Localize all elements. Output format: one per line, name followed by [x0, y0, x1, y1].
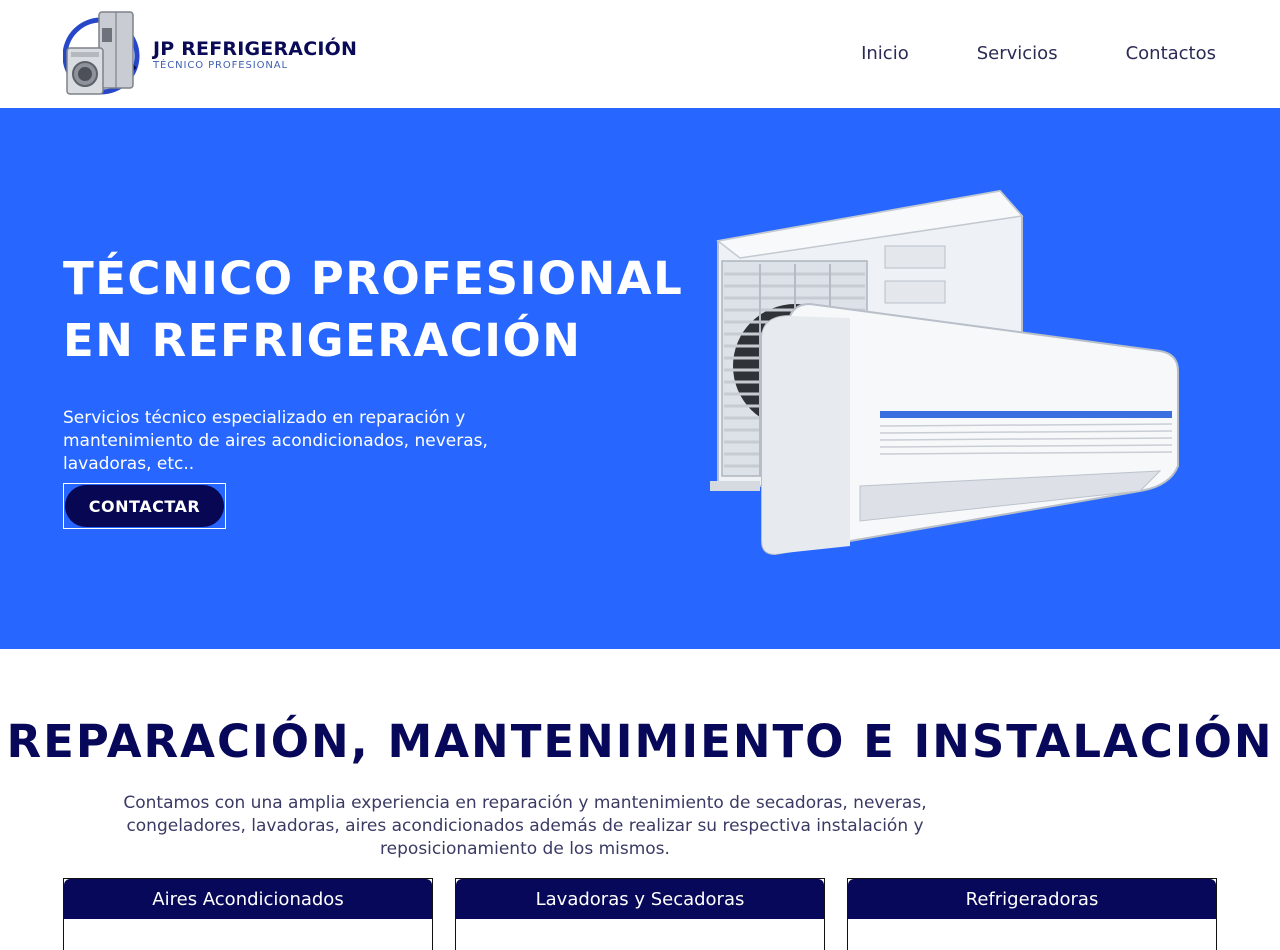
- hero-section: TÉCNICO PROFESIONAL EN REFRIGERACIÓN Ser…: [0, 108, 1280, 649]
- service-card-lavadoras[interactable]: Lavadoras y Secadoras: [455, 878, 825, 950]
- service-card-aires[interactable]: Aires Acondicionados: [63, 878, 433, 950]
- brand-tagline: TÉCNICO PROFESIONAL: [153, 60, 288, 71]
- hero-title-line-2: EN REFRIGERACIÓN: [63, 314, 582, 367]
- contact-button-frame: CONTACTAR: [63, 483, 226, 529]
- hero-title-line-1: TÉCNICO PROFESIONAL: [63, 252, 684, 305]
- nav-link-contactos[interactable]: Contactos: [1126, 43, 1216, 64]
- hero-title: TÉCNICO PROFESIONAL EN REFRIGERACIÓN: [63, 248, 684, 372]
- services-heading: REPARACIÓN, MANTENIMIENTO E INSTALACIÓN: [6, 715, 1274, 768]
- air-conditioner-icon: [710, 189, 1179, 556]
- brand-name: JP REFRIGERACIÓN: [153, 38, 358, 60]
- main-nav: Inicio Servicios Contactos: [861, 43, 1216, 64]
- service-card-title: Aires Acondicionados: [64, 879, 432, 919]
- service-cards: Aires Acondicionados Lavadoras y Secador…: [63, 878, 1217, 950]
- services-description: Contamos con una amplia experiencia en r…: [123, 793, 927, 859]
- contact-button[interactable]: CONTACTAR: [65, 485, 224, 527]
- hero-description: Servicios técnico especializado en repar…: [63, 408, 488, 474]
- site-header: JP REFRIGERACIÓN TÉCNICO PROFESIONAL Ini…: [0, 0, 1280, 108]
- service-card-refrigeradoras[interactable]: Refrigeradoras: [847, 878, 1217, 950]
- appliances-logo-icon: [63, 11, 140, 95]
- brand-logo[interactable]: JP REFRIGERACIÓN TÉCNICO PROFESIONAL: [63, 8, 357, 100]
- service-card-title: Lavadoras y Secadoras: [456, 879, 824, 919]
- nav-link-servicios[interactable]: Servicios: [977, 43, 1058, 64]
- nav-link-inicio[interactable]: Inicio: [861, 43, 909, 64]
- service-card-title: Refrigeradoras: [848, 879, 1216, 919]
